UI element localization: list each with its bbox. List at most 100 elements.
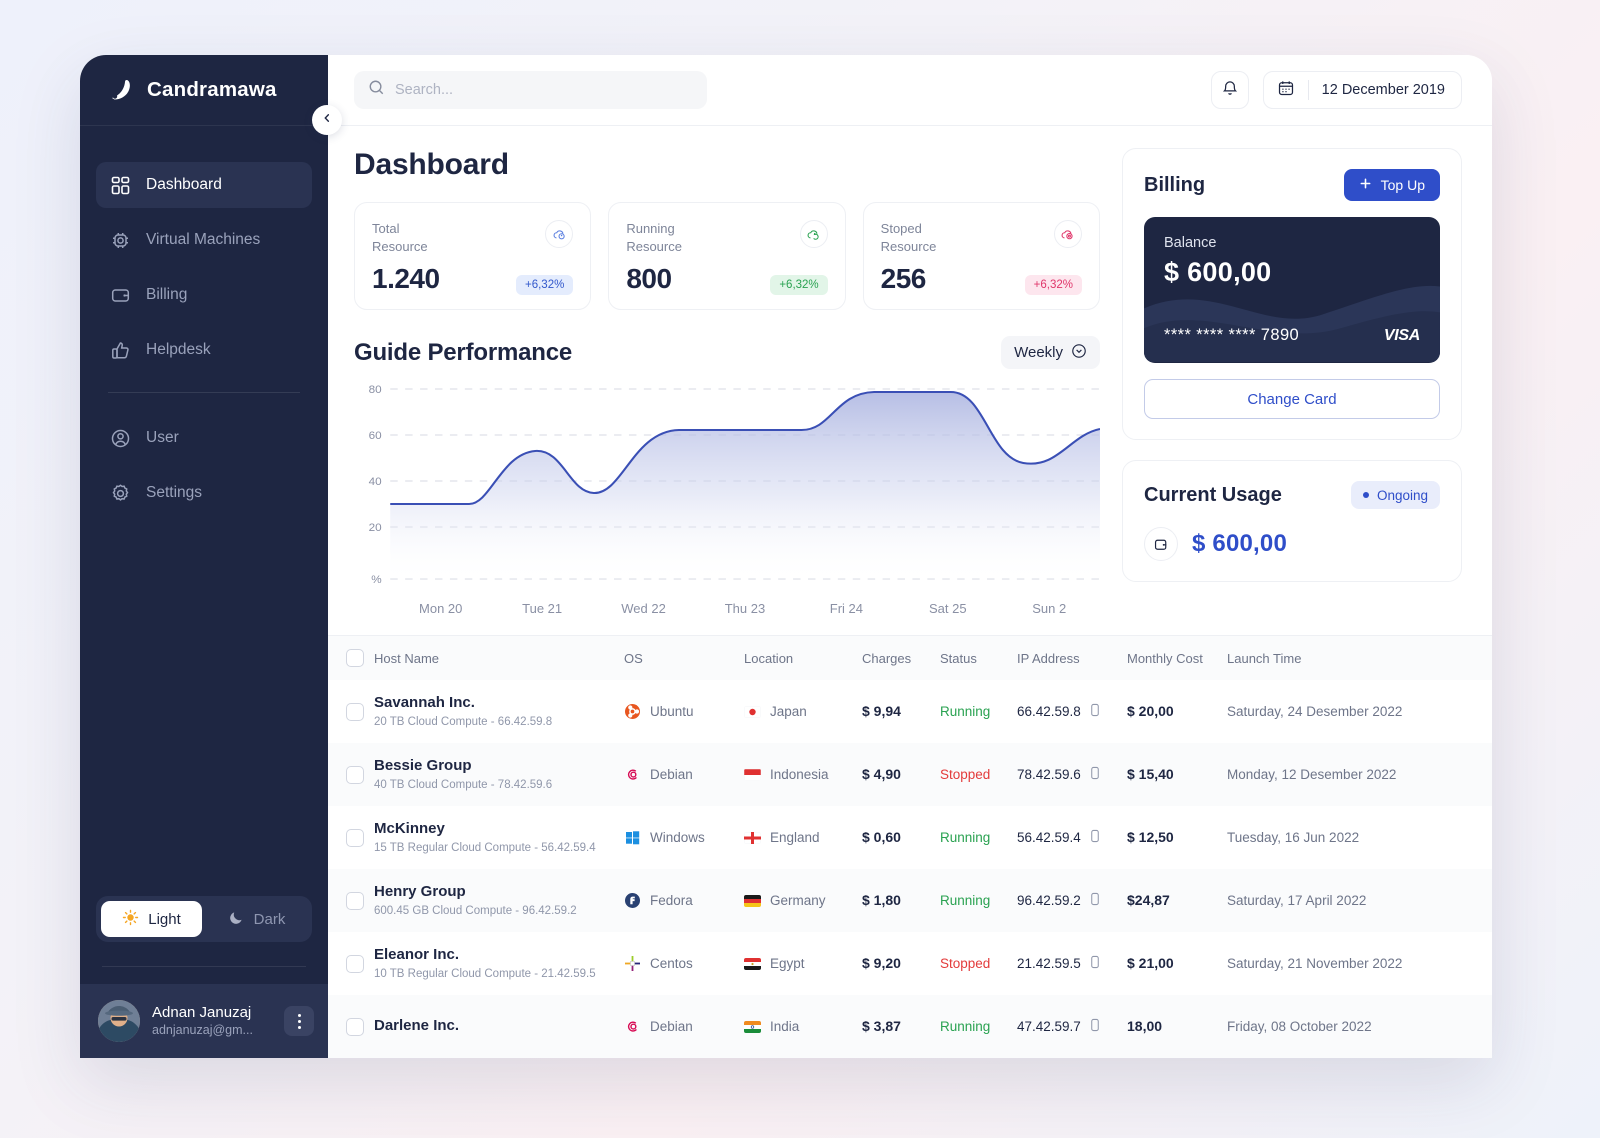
chart-period-dropdown[interactable]: Weekly bbox=[1001, 336, 1100, 369]
host-name: Darlene Inc. bbox=[374, 1016, 460, 1034]
sidebar-item-virtual-machines[interactable]: Virtual Machines bbox=[96, 217, 312, 263]
table-row[interactable]: Bessie Group 40 TB Cloud Compute - 78.42… bbox=[328, 743, 1492, 806]
credit-card: Balance $ 600,00 **** **** **** 7890 VIS… bbox=[1144, 217, 1440, 363]
stat-label-line1: Stoped bbox=[880, 221, 922, 236]
search-input[interactable] bbox=[395, 82, 693, 98]
cell-host: Eleanor Inc. 10 TB Regular Cloud Compute… bbox=[374, 932, 624, 995]
kebab-menu-icon[interactable] bbox=[284, 1006, 314, 1036]
status-value: Running bbox=[940, 1018, 991, 1034]
topbar: 12 December 2019 bbox=[328, 55, 1492, 126]
stat-card-delta: +6,32% bbox=[770, 275, 828, 295]
row-checkbox[interactable] bbox=[346, 765, 364, 784]
moon-icon bbox=[228, 909, 245, 930]
usage-amount-row: $ 600,00 bbox=[1144, 527, 1440, 561]
sidebar-item-billing[interactable]: Billing bbox=[96, 272, 312, 318]
launch-time-value: Saturday, 17 April 2022 bbox=[1227, 892, 1367, 908]
usage-amount: $ 600,00 bbox=[1192, 530, 1288, 557]
sidebar-user[interactable]: Adnan Januzaj adnjanuzaj@gm... bbox=[80, 984, 328, 1058]
theme-option-light[interactable]: Light bbox=[101, 901, 202, 937]
debian-icon bbox=[624, 766, 641, 783]
table-row[interactable]: Savannah Inc. 20 TB Cloud Compute - 66.4… bbox=[328, 680, 1492, 743]
cell-location: India bbox=[744, 995, 862, 1058]
grid-icon bbox=[110, 175, 131, 196]
svg-text:40: 40 bbox=[369, 476, 382, 488]
stat-card-label: Stoped Resource bbox=[881, 220, 937, 255]
host-name: Eleanor Inc. bbox=[374, 945, 460, 963]
topbar-right: 12 December 2019 bbox=[1210, 71, 1462, 109]
row-checkbox[interactable] bbox=[346, 702, 364, 721]
sidebar-item-user[interactable]: User bbox=[96, 415, 312, 461]
cloud-total-icon bbox=[545, 220, 574, 248]
row-checkbox[interactable] bbox=[346, 891, 364, 910]
notifications-button[interactable] bbox=[1210, 71, 1249, 109]
column-header-monthly-cost[interactable]: Monthly Cost bbox=[1127, 636, 1227, 680]
column-header-location[interactable]: Location bbox=[744, 636, 862, 680]
location-label: England bbox=[770, 830, 820, 845]
table-row[interactable]: Eleanor Inc. 10 TB Regular Cloud Compute… bbox=[328, 932, 1492, 995]
chart-x-tick: Thu 23 bbox=[724, 601, 766, 613]
copy-icon[interactable] bbox=[1089, 703, 1101, 720]
flag-england-icon bbox=[744, 831, 761, 844]
location-label: Germany bbox=[770, 893, 826, 908]
change-card-button[interactable]: Change Card bbox=[1144, 379, 1440, 419]
sidebar-item-label: User bbox=[146, 429, 179, 446]
top-up-button[interactable]: Top Up bbox=[1343, 169, 1440, 201]
select-all-checkbox[interactable] bbox=[346, 649, 364, 667]
date-picker[interactable]: 12 December 2019 bbox=[1262, 71, 1462, 109]
brand: Candramawa bbox=[80, 55, 328, 126]
page-title: Dashboard bbox=[354, 148, 509, 181]
theme-option-dark[interactable]: Dark bbox=[206, 901, 307, 937]
app-window: Candramawa Dashboard Virtual Machines Bi… bbox=[80, 55, 1492, 1058]
cell-location: Japan bbox=[744, 680, 862, 743]
content-right: Billing Top Up Balance $ 600,00 **** ***… bbox=[1122, 148, 1462, 613]
os-label: Debian bbox=[650, 767, 693, 782]
table-row[interactable]: McKinney 15 TB Regular Cloud Compute - 5… bbox=[328, 806, 1492, 869]
sidebar-item-settings[interactable]: Settings bbox=[96, 470, 312, 516]
column-header-os[interactable]: OS bbox=[624, 636, 744, 680]
cell-cost: 18,00 bbox=[1127, 995, 1227, 1058]
search-box[interactable] bbox=[354, 71, 707, 109]
sidebar-item-helpdesk[interactable]: Helpdesk bbox=[96, 327, 312, 373]
copy-icon[interactable] bbox=[1089, 1018, 1101, 1035]
charges-value: $ 3,87 bbox=[862, 1017, 901, 1034]
copy-icon[interactable] bbox=[1089, 955, 1101, 972]
cost-value: $24,87 bbox=[1127, 891, 1170, 908]
svg-text:80: 80 bbox=[369, 384, 382, 396]
charges-value: $ 9,94 bbox=[862, 702, 901, 719]
cell-status: Stopped bbox=[940, 932, 1017, 995]
sidebar-item-label: Billing bbox=[146, 286, 188, 303]
sidebar: Candramawa Dashboard Virtual Machines Bi… bbox=[80, 55, 328, 1058]
column-header-host-name[interactable]: Host Name bbox=[374, 636, 624, 680]
column-header-ip-address[interactable]: IP Address bbox=[1017, 636, 1127, 680]
chart-x-tick: Sat 25 bbox=[929, 601, 967, 613]
cell-charges: $ 4,90 bbox=[862, 743, 940, 806]
row-checkbox[interactable] bbox=[346, 828, 364, 847]
content-left: Dashboard Total Resource 1.240 +6,32% Ru… bbox=[354, 148, 1100, 613]
stat-card-value: 256 bbox=[880, 263, 927, 294]
table-row[interactable]: Darlene Inc. Debian India $ 3,87 Running… bbox=[328, 995, 1492, 1058]
row-checkbox[interactable] bbox=[346, 1017, 364, 1036]
cell-cost: $ 12,50 bbox=[1127, 806, 1227, 869]
os-label: Debian bbox=[650, 1019, 693, 1034]
column-header-status[interactable]: Status bbox=[940, 636, 1017, 680]
table-row[interactable]: Henry Group 600.45 GB Cloud Compute - 96… bbox=[328, 869, 1492, 932]
theme-toggle[interactable]: Light Dark bbox=[96, 896, 312, 942]
chart-x-tick: Sun 2 bbox=[1032, 601, 1067, 613]
sidebar-item-label: Helpdesk bbox=[146, 341, 211, 358]
stat-cards: Total Resource 1.240 +6,32% Running Reso… bbox=[354, 202, 1100, 310]
status-label: Ongoing bbox=[1376, 487, 1428, 503]
row-checkbox[interactable] bbox=[346, 954, 364, 973]
cell-os: Centos bbox=[624, 932, 744, 995]
visa-logo-icon: VISA bbox=[1383, 327, 1420, 344]
cell-host: McKinney 15 TB Regular Cloud Compute - 5… bbox=[374, 806, 624, 869]
copy-icon[interactable] bbox=[1089, 829, 1101, 846]
column-header-charges[interactable]: Charges bbox=[862, 636, 940, 680]
current-usage-card: Current Usage Ongoing $ 600,00 bbox=[1122, 460, 1462, 582]
copy-icon[interactable] bbox=[1089, 766, 1101, 783]
copy-icon[interactable] bbox=[1089, 892, 1101, 909]
charges-value: $ 9,20 bbox=[862, 954, 901, 971]
sidebar-item-dashboard[interactable]: Dashboard bbox=[96, 162, 312, 208]
sidebar-collapse-button[interactable] bbox=[312, 105, 342, 135]
column-header-launch-time[interactable]: Launch Time bbox=[1227, 636, 1492, 680]
location-label: Egypt bbox=[770, 956, 805, 971]
